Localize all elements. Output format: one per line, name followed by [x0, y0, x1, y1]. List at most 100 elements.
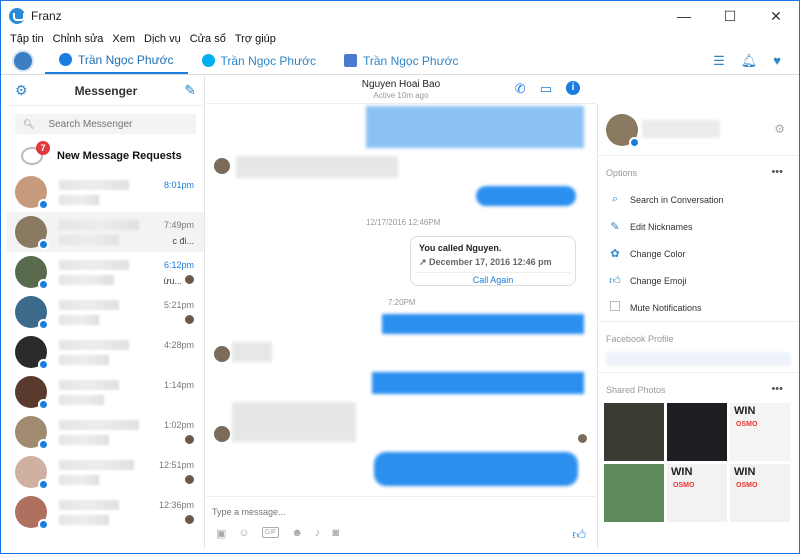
requests-badge: 7 — [36, 141, 50, 155]
emoji-icon[interactable]: ☻ — [291, 527, 303, 540]
gif-icon[interactable]: GIF — [261, 527, 280, 538]
tab-label: Trần Ngọc Phước — [220, 53, 317, 68]
more-icon[interactable]: ••• — [771, 383, 783, 395]
option-nicknames[interactable]: ✎ Edit Nicknames — [598, 213, 799, 240]
conversation-time: 4:28pm — [163, 340, 194, 350]
messenger-badge-icon — [38, 319, 49, 330]
search-input[interactable] — [48, 118, 196, 130]
conversation-time: 6:12pm — [163, 260, 194, 270]
more-icon[interactable]: ••• — [771, 166, 783, 178]
chat-panel: Nguyen Hoai Bao Active 10m ago ✆ ▭ i 12/… — [206, 76, 596, 548]
avatar — [15, 416, 49, 450]
shared-photo[interactable]: WIN OSMO — [667, 464, 727, 522]
call-time: ↗ December 17, 2016 12:46 pm — [419, 257, 552, 267]
seen-avatar — [185, 435, 194, 444]
option-emoji[interactable]: 👍︎ Change Emoji — [598, 267, 799, 294]
franz-logo-icon — [9, 8, 25, 24]
messenger-badge-icon — [38, 399, 49, 410]
sticker-icon[interactable]: ☺ — [238, 527, 249, 540]
menu-bar: Tập tin Chỉnh sửa Xem Dịch vụ Cửa sổ Trợ… — [1, 31, 799, 47]
service-tab-bar: Trần Ngọc Phước Trần Ngọc Phước Trần Ngọ… — [1, 47, 799, 75]
option-search[interactable]: ⌕ Search in Conversation — [598, 186, 799, 213]
conversation-item[interactable]: 7:49pm c đi... — [7, 212, 204, 252]
avatar — [15, 176, 49, 210]
seen-avatar — [185, 275, 194, 284]
call-again-button[interactable]: Call Again — [411, 275, 575, 285]
messenger-badge-icon — [38, 239, 49, 250]
conversation-item[interactable]: 5:21pm — [7, 292, 204, 332]
palette-icon: ✿ — [610, 248, 620, 260]
image-icon[interactable]: ▣ — [216, 527, 226, 540]
gear-icon[interactable]: ⚙ — [15, 82, 28, 99]
menu-window[interactable]: Cửa sổ — [190, 33, 226, 45]
shared-photo[interactable] — [667, 403, 727, 461]
facebook-profile-link[interactable] — [606, 352, 791, 366]
message-bubble-received — [232, 342, 272, 362]
shared-photo[interactable]: WIN OSMO — [730, 403, 790, 461]
conversation-item[interactable]: 1:14pm — [7, 372, 204, 412]
pencil-icon: ✎ — [610, 221, 620, 233]
avatar — [15, 496, 49, 530]
phone-icon[interactable]: ✆ — [515, 81, 526, 97]
conversation-info-panel: ⚙ Options ••• ⌕ Search in Conversation ✎… — [597, 104, 799, 548]
video-call-icon[interactable]: ▭ — [540, 81, 552, 97]
search-icon: 🔍︎ — [23, 118, 35, 129]
conversation-item[interactable]: 1:02pm — [7, 412, 204, 452]
maximize-button[interactable]: ☐ — [707, 1, 753, 31]
conversation-item[interactable]: 12:51pm — [7, 452, 204, 492]
conversation-sidebar: ⚙ Messenger ✎ 🔍︎ 7 New Message Requests … — [7, 76, 205, 548]
bell-icon[interactable]: 🔔︎ — [741, 53, 758, 69]
compose-icon[interactable]: ✎ — [184, 82, 196, 99]
menu-icon[interactable]: ☰ — [713, 53, 725, 69]
menu-view[interactable]: Xem — [112, 33, 135, 45]
search-box: 🔍︎ — [15, 114, 196, 134]
heart-icon[interactable]: ♥ — [773, 53, 781, 68]
user-avatar[interactable] — [1, 47, 45, 74]
tab-skype[interactable]: Trần Ngọc Phước — [188, 47, 331, 74]
time-stamp: 7:20PM — [388, 298, 416, 307]
option-mute[interactable]: Mute Notifications — [598, 294, 799, 321]
facebook-profile-header: Facebook Profile — [606, 334, 674, 344]
conversation-snippet: c đi... — [172, 236, 194, 246]
message-bubble-received — [236, 156, 398, 178]
conversation-item[interactable]: 12:36pm — [7, 492, 204, 532]
tab-messenger[interactable]: Trần Ngọc Phước — [45, 47, 188, 74]
thumbs-up-icon[interactable]: 👍︎ — [572, 527, 586, 543]
message-input[interactable] — [212, 505, 572, 519]
gear-icon[interactable]: ⚙ — [774, 122, 785, 136]
message-requests[interactable]: 7 New Message Requests — [7, 140, 204, 172]
tab-mail[interactable]: Trần Ngọc Phước — [330, 47, 473, 74]
window-title: Franz — [31, 9, 62, 23]
option-color[interactable]: ✿ Change Color — [598, 240, 799, 267]
title-bar: Franz — ☐ ✕ — [1, 1, 799, 31]
menu-services[interactable]: Dịch vụ — [144, 33, 181, 45]
close-button[interactable]: ✕ — [753, 1, 799, 31]
mute-checkbox[interactable] — [610, 301, 620, 311]
minimize-button[interactable]: — — [661, 1, 707, 31]
conversation-time: 1:14pm — [163, 380, 194, 390]
call-card: You called Nguyen. ↗ December 17, 2016 1… — [410, 236, 576, 286]
menu-file[interactable]: Tập tin — [10, 33, 44, 45]
conversation-time: 5:21pm — [163, 300, 194, 310]
messenger-badge-icon — [629, 137, 640, 148]
microphone-icon[interactable]: ♪ — [315, 527, 321, 540]
info-icon[interactable]: i — [566, 81, 580, 95]
conversation-item[interactable]: 4:28pm — [7, 332, 204, 372]
chat-bubble-icon: 7 — [21, 141, 50, 165]
camera-icon[interactable]: ◙ — [332, 527, 339, 540]
shared-photo[interactable] — [604, 403, 664, 461]
conversation-item[interactable]: 8:01pm — [7, 172, 204, 212]
shared-photo[interactable] — [604, 464, 664, 522]
search-icon: ⌕ — [611, 193, 619, 205]
shared-photo[interactable]: WIN OSMO — [730, 464, 790, 522]
menu-edit[interactable]: Chỉnh sửa — [53, 33, 104, 45]
franz-window: Franz — ☐ ✕ Tập tin Chỉnh sửa Xem Dịch v… — [0, 0, 800, 554]
avatar — [15, 296, 49, 330]
sender-avatar — [214, 426, 230, 442]
messenger-badge-icon — [38, 519, 49, 530]
conversation-time: 12:51pm — [158, 460, 194, 470]
conversation-item[interactable]: 6:12pm ừu... — [7, 252, 204, 292]
menu-help[interactable]: Trợ giúp — [235, 33, 276, 45]
conversation-time: 8:01pm — [163, 180, 194, 190]
conversation-time: 1:02pm — [163, 420, 194, 430]
